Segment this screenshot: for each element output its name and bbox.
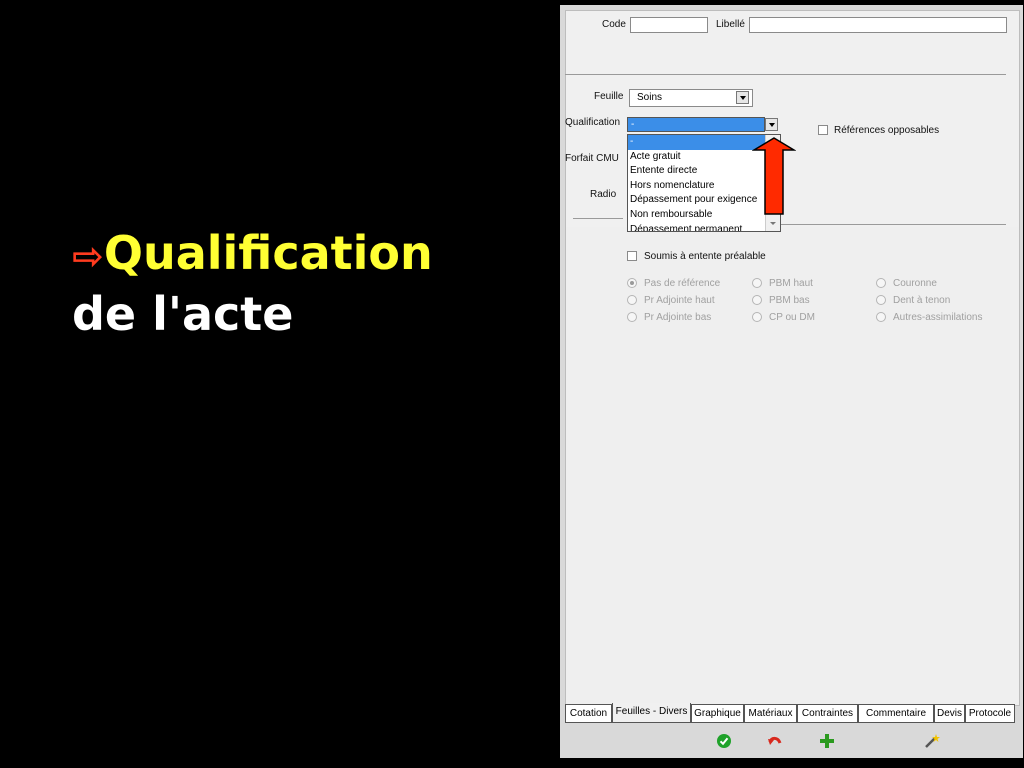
tab-contraintes[interactable]: Contraintes <box>797 704 858 723</box>
radio-option-label: CP ou DM <box>769 312 815 323</box>
magic-wand-icon[interactable] <box>924 733 940 749</box>
forfait-cmu-label: Forfait CMU <box>565 153 619 164</box>
arrow-right-icon: ⇨ <box>72 234 104 278</box>
tab-devis[interactable]: Devis <box>934 704 965 723</box>
radio-option-label: Pr Adjointe bas <box>644 312 712 323</box>
validate-icon[interactable] <box>716 733 732 749</box>
tab-materiaux[interactable]: Matériaux <box>744 704 797 723</box>
references-opposables-label: Références opposables <box>834 125 940 136</box>
radio-option-label: Pr Adjointe haut <box>644 295 715 306</box>
radio-button[interactable] <box>627 278 637 288</box>
radio-button[interactable] <box>627 312 637 322</box>
chevron-down-icon[interactable] <box>736 91 749 104</box>
radio-button[interactable] <box>752 295 762 305</box>
feuille-value: Soins <box>637 92 663 103</box>
undo-icon[interactable] <box>767 733 783 749</box>
code-label: Code <box>602 19 626 30</box>
radio-label: Radio <box>590 189 617 200</box>
radio-option-label: Pas de référence <box>644 278 721 289</box>
slide-title-line2: de l'acte <box>72 287 294 341</box>
soumis-entente-label: Soumis à entente préalable <box>644 251 766 262</box>
radio-button[interactable] <box>876 312 886 322</box>
radio-option-label: Dent à tenon <box>893 295 951 306</box>
radio-option-label: Couronne <box>893 278 937 289</box>
radio-button[interactable] <box>876 278 886 288</box>
references-opposables-checkbox[interactable] <box>818 125 828 135</box>
radio-button[interactable] <box>627 295 637 305</box>
feuille-label: Feuille <box>594 91 624 102</box>
add-icon[interactable] <box>819 733 835 749</box>
radio-button[interactable] <box>876 295 886 305</box>
qualification-label: Qualification <box>565 117 621 128</box>
radio-button[interactable] <box>752 278 762 288</box>
divider <box>565 74 1006 75</box>
dropdown-option[interactable]: Dépassement permanent <box>628 223 780 231</box>
libelle-input[interactable] <box>749 17 1007 33</box>
chevron-down-icon[interactable] <box>765 118 778 131</box>
code-input[interactable] <box>630 17 708 33</box>
divider <box>573 218 623 219</box>
tab-feuilles-divers[interactable]: Feuilles - Divers <box>612 703 691 723</box>
tab-graphique[interactable]: Graphique <box>691 704 744 723</box>
slide-title: ⇨Qualification de l'acte <box>72 224 433 343</box>
radio-option-label: PBM haut <box>769 278 813 289</box>
red-arrow-callout-icon <box>752 137 796 215</box>
tab-cotation[interactable]: Cotation <box>565 704 612 723</box>
slide-title-line1: Qualification <box>103 226 433 280</box>
radio-option-label: PBM bas <box>769 295 810 306</box>
qualification-select[interactable]: - <box>627 117 765 132</box>
tab-commentaire[interactable]: Commentaire <box>858 704 934 723</box>
divider <box>781 224 1006 225</box>
radio-option-label: Autres-assimilations <box>893 312 983 323</box>
feuille-select[interactable]: Soins <box>629 89 753 107</box>
soumis-entente-checkbox[interactable] <box>627 251 637 261</box>
radio-button[interactable] <box>752 312 762 322</box>
tab-protocole[interactable]: Protocole <box>965 704 1015 723</box>
libelle-label: Libellé <box>716 19 745 30</box>
